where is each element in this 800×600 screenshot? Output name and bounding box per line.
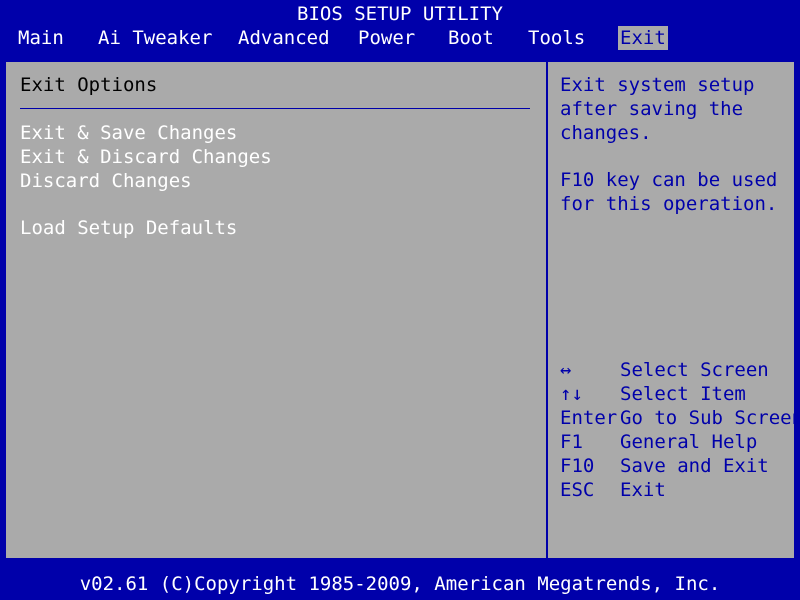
up-down-arrow-icon: ↑↓: [560, 383, 583, 405]
tab-boot[interactable]: Boot: [448, 26, 494, 50]
help-text-line: for this operation.: [560, 193, 778, 215]
key-legend-row: F10 Save and Exit: [560, 455, 794, 479]
help-text-line: F10 key can be used: [560, 169, 778, 191]
tab-ai-tweaker[interactable]: Ai Tweaker: [98, 26, 212, 50]
main-panel: Exit Options Exit & Save Changes Exit & …: [4, 60, 800, 560]
key-label: F1: [560, 431, 583, 453]
key-description: Go to Sub Screen: [620, 407, 800, 429]
key-description: Save and Exit: [620, 455, 769, 477]
tab-advanced[interactable]: Advanced: [238, 26, 330, 50]
menu-bar: Main Ai Tweaker Advanced Power Boot Tool…: [0, 26, 800, 50]
exit-save-changes-option[interactable]: Exit & Save Changes: [20, 122, 237, 144]
help-text-line: Exit system setup: [560, 74, 755, 96]
key-description: Exit: [620, 479, 666, 501]
help-text-line: changes.: [560, 122, 652, 144]
key-label: Enter: [560, 407, 618, 429]
exit-discard-changes-option[interactable]: Exit & Discard Changes: [20, 146, 272, 168]
copyright-footer: v02.61 (C)Copyright 1985-2009, American …: [79, 573, 721, 595]
section-divider: [20, 108, 530, 109]
tab-tools[interactable]: Tools: [528, 26, 585, 50]
key-description: General Help: [620, 431, 758, 453]
key-legend-row: F1 General Help: [560, 431, 794, 455]
discard-changes-option[interactable]: Discard Changes: [20, 170, 192, 192]
key-legend-row: ESC Exit: [560, 479, 794, 503]
app-title: BIOS SETUP UTILITY: [0, 0, 800, 26]
tab-power[interactable]: Power: [358, 26, 415, 50]
key-legend-row: Enter Go to Sub Screen: [560, 407, 800, 431]
key-legend-row: ↔ Select Screen: [560, 359, 794, 383]
left-right-arrow-icon: ↔: [560, 359, 572, 381]
key-legend-row: ↑↓ Select Item: [560, 383, 794, 407]
key-description: Select Screen: [620, 359, 769, 381]
load-setup-defaults-option[interactable]: Load Setup Defaults: [20, 217, 237, 239]
help-pane: Exit system setup after saving the chang…: [548, 62, 800, 558]
help-text-line: after saving the: [560, 98, 744, 120]
tab-exit[interactable]: Exit: [618, 26, 668, 50]
options-pane: Exit Options Exit & Save Changes Exit & …: [6, 62, 546, 558]
key-label: F10: [560, 455, 595, 477]
tab-main[interactable]: Main: [18, 26, 64, 50]
section-title: Exit Options: [20, 74, 158, 96]
key-description: Select Item: [620, 383, 746, 405]
key-label: ESC: [560, 479, 595, 501]
